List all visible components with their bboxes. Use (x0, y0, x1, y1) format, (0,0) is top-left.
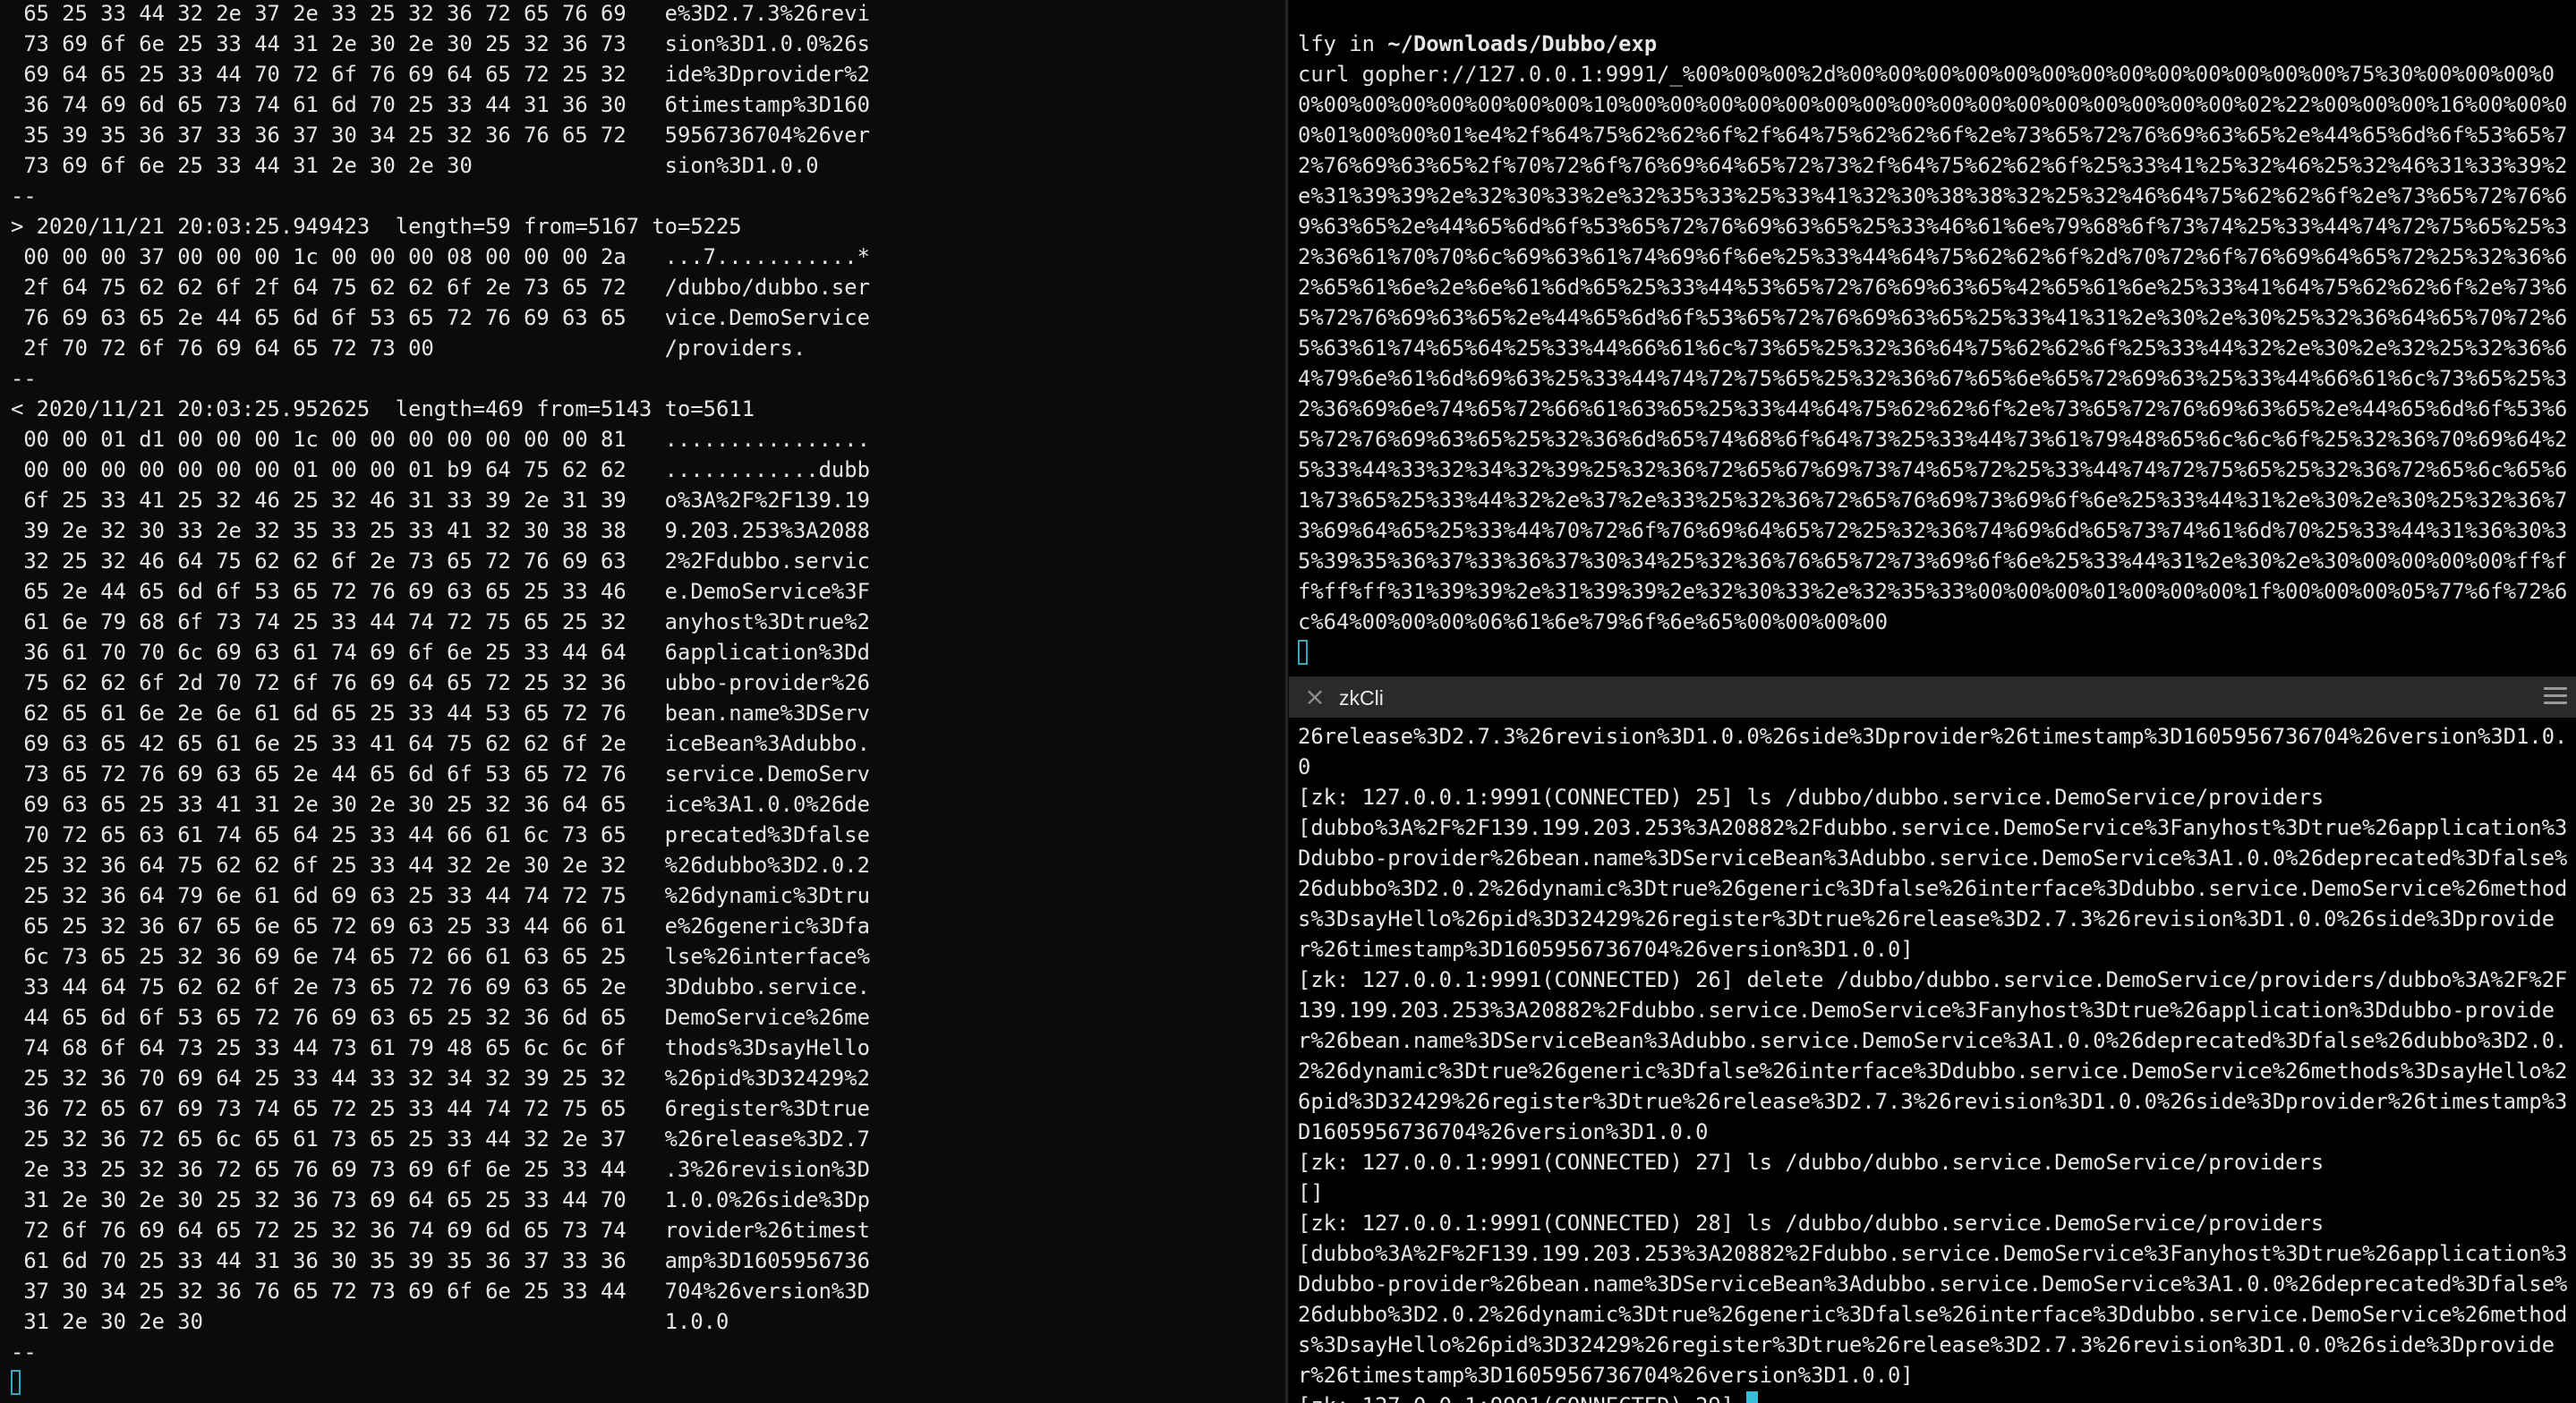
hexdump-line: 31 2e 30 2e 30 1.0.0 (11, 1309, 729, 1334)
hexdump-line: 00 00 00 37 00 00 00 1c 00 00 00 08 00 0… (11, 244, 870, 269)
output-line: [dubbo%3A%2F%2F139.199.203.253%3A20882%2… (1298, 1241, 2568, 1388)
terminal-cursor (11, 1370, 21, 1395)
hexdump-line: 25 32 36 64 75 62 62 6f 25 33 44 32 2e 3… (11, 853, 870, 878)
output-line: [dubbo%3A%2F%2F139.199.203.253%3A20882%2… (1298, 815, 2568, 962)
hexdump-line: 00 00 00 00 00 00 00 01 00 00 01 b9 64 7… (11, 457, 870, 482)
hexdump-line: 70 72 65 63 61 74 65 64 25 33 44 66 61 6… (11, 822, 870, 847)
shell-prompt: lfy in ~/Downloads/Dubbo/exp (1298, 29, 2569, 59)
hexdump-line: 2e 33 25 32 36 72 65 76 69 73 69 6f 6e 2… (11, 1157, 870, 1182)
hexdump-line: 73 69 6f 6e 25 33 44 31 2e 30 2e 30 sion… (11, 153, 819, 178)
hexdump-line: 74 68 6f 64 73 25 33 44 73 61 79 48 65 6… (11, 1035, 870, 1060)
command-line: [zk: 127.0.0.1:9991(CONNECTED) 26] delet… (1298, 967, 2568, 1144)
curl-command: curl gopher://127.0.0.1:9991/_%00%00%00%… (1298, 62, 2568, 634)
hexdump-line: 65 2e 44 65 6d 6f 53 65 72 76 69 63 65 2… (11, 579, 870, 604)
top-right-terminal-pane[interactable]: lfy in ~/Downloads/Dubbo/exp curl gopher… (1289, 0, 2576, 676)
hexdump-line: 73 69 6f 6e 25 33 44 31 2e 30 2e 30 25 3… (11, 31, 870, 56)
hexdump-line: 44 65 6d 6f 53 65 72 76 69 63 65 25 32 3… (11, 1005, 870, 1030)
command-line: [zk: 127.0.0.1:9991(CONNECTED) 27] ls /d… (1298, 1150, 2324, 1175)
separator-line: -- (11, 366, 37, 391)
hexdump-line: 36 61 70 70 6c 69 63 61 74 69 6f 6e 25 3… (11, 640, 870, 665)
output-line: 26release%3D2.7.3%26revision%3D1.0.0%26s… (1298, 724, 2568, 779)
zk-prompt-line[interactable]: [zk: 127.0.0.1:9991(CONNECTED) 29] (1298, 1390, 2569, 1403)
command-line: [zk: 127.0.0.1:9991(CONNECTED) 28] ls /d… (1298, 1211, 2324, 1236)
hexdump-line: 72 6f 76 69 64 65 72 25 32 36 74 69 6d 6… (11, 1218, 870, 1243)
hexdump-line: 31 2e 30 2e 30 25 32 36 73 69 64 65 25 3… (11, 1187, 870, 1212)
zkcli-output: 26release%3D2.7.3%26revision%3D1.0.0%26s… (1298, 721, 2569, 1403)
zkcli-terminal-pane[interactable]: 26release%3D2.7.3%26revision%3D1.0.0%26s… (1289, 718, 2576, 1403)
hexdump-line: 61 6e 79 68 6f 73 74 25 33 44 74 72 75 6… (11, 609, 870, 634)
curl-command-output: lfy in ~/Downloads/Dubbo/exp curl gopher… (1298, 29, 2569, 667)
hexdump-line: 69 63 65 42 65 61 6e 25 33 41 64 75 62 6… (11, 731, 870, 756)
hexdump-line: 33 44 64 75 62 62 6f 2e 73 65 72 76 69 6… (11, 974, 870, 999)
hexdump-line: 6f 25 33 41 25 32 46 25 32 46 31 33 39 2… (11, 488, 870, 513)
separator-line: -- (11, 1339, 37, 1365)
prompt-path: ~/Downloads/Dubbo/exp (1387, 31, 1658, 56)
terminal-cursor (1746, 1391, 1759, 1403)
close-icon[interactable]: × (1301, 684, 1328, 710)
cursor-line (11, 1367, 870, 1398)
zk-prompt: [zk: 127.0.0.1:9991(CONNECTED) 29] (1298, 1393, 1746, 1403)
tab-title[interactable]: zkCli (1339, 685, 1384, 710)
hexdump-line: 2f 64 75 62 62 6f 2f 64 75 62 62 6f 2e 7… (11, 275, 870, 300)
hexdump-line: 62 65 61 6e 2e 6e 61 6d 65 25 33 44 53 6… (11, 701, 870, 726)
hexdump-line: 75 62 62 6f 2d 70 72 6f 76 69 64 65 72 2… (11, 670, 870, 695)
hexdump-line: 39 2e 32 30 33 2e 32 35 33 25 33 41 32 3… (11, 518, 870, 543)
hexdump-line: 36 74 69 6d 65 73 74 61 6d 70 25 33 44 3… (11, 92, 870, 117)
packet-header-line: > 2020/11/21 20:03:25.949423 length=59 f… (11, 214, 742, 239)
hexdump-output: 65 25 33 44 32 2e 37 2e 33 25 32 36 72 6… (11, 0, 870, 1398)
packet-header-line: < 2020/11/21 20:03:25.952625 length=469 … (11, 396, 755, 421)
separator-line: -- (11, 183, 37, 208)
prompt-in: in (1335, 31, 1388, 56)
hexdump-line: 00 00 01 d1 00 00 00 1c 00 00 00 00 00 0… (11, 427, 870, 452)
command-line: [zk: 127.0.0.1:9991(CONNECTED) 25] ls /d… (1298, 785, 2324, 810)
pane-divider[interactable] (1285, 0, 1288, 1403)
output-line: [] (1298, 1180, 1324, 1205)
hexdump-line: 25 32 36 72 65 6c 65 61 73 65 25 33 44 3… (11, 1127, 870, 1152)
hexdump-line: 25 32 36 70 69 64 25 33 44 33 32 34 32 3… (11, 1066, 870, 1091)
hexdump-line: 69 63 65 25 33 41 31 2e 30 2e 30 25 32 3… (11, 792, 870, 817)
hamburger-menu-icon[interactable] (2544, 687, 2567, 707)
hexdump-line: 65 25 33 44 32 2e 37 2e 33 25 32 36 72 6… (11, 1, 870, 26)
hexdump-line: 65 25 32 36 67 65 6e 65 72 69 63 25 33 4… (11, 914, 870, 939)
prompt-user: lfy (1298, 31, 1336, 56)
hexdump-line: 69 64 65 25 33 44 70 72 6f 76 69 64 65 7… (11, 62, 870, 87)
terminal-cursor (1298, 640, 1308, 665)
hexdump-line: 37 30 34 25 32 36 76 65 72 73 69 6f 6e 2… (11, 1279, 870, 1304)
cursor-line (1298, 637, 2569, 667)
hexdump-line: 25 32 36 64 79 6e 61 6d 69 63 25 33 44 7… (11, 883, 870, 908)
hexdump-line: 2f 70 72 6f 76 69 64 65 72 73 00 /provid… (11, 336, 806, 361)
zkcli-tab-bar: × zkCli (1289, 678, 2576, 718)
hexdump-line: 76 69 63 65 2e 44 65 6d 6f 53 65 72 76 6… (11, 305, 870, 330)
left-terminal-pane[interactable]: 65 25 33 44 32 2e 37 2e 33 25 32 36 72 6… (0, 0, 1285, 1403)
hexdump-line: 6c 73 65 25 32 36 69 6e 74 65 72 66 61 6… (11, 944, 870, 969)
hexdump-line: 32 25 32 46 64 75 62 62 6f 2e 73 65 72 7… (11, 548, 870, 574)
hexdump-line: 61 6d 70 25 33 44 31 36 30 35 39 35 36 3… (11, 1248, 870, 1273)
hexdump-line: 35 39 35 36 37 33 36 37 30 34 25 32 36 7… (11, 123, 870, 148)
hexdump-line: 73 65 72 76 69 63 65 2e 44 65 6d 6f 53 6… (11, 761, 870, 787)
hexdump-line: 36 72 65 67 69 73 74 65 72 25 33 44 74 7… (11, 1096, 870, 1121)
